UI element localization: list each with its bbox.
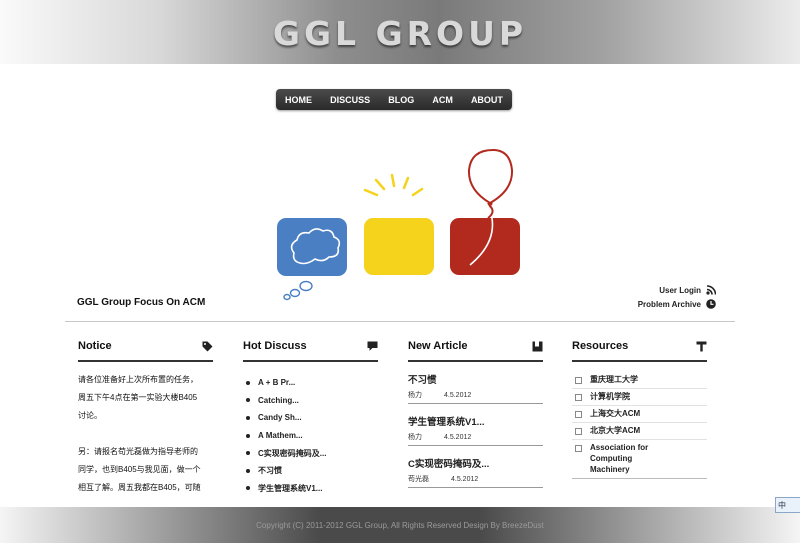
article-item[interactable]: 学生管理系统V1... 杨力 4.5.2012 — [408, 404, 543, 446]
notice-line: 周五下午4点在第一实验大楼B405 — [78, 393, 198, 402]
notice-title: Notice — [78, 340, 112, 352]
article-meta: 杨力 4.5.2012 — [408, 432, 543, 442]
hot-discuss-header: Hot Discuss — [243, 337, 378, 362]
hot-discuss-list: A + B Pr... Catching... Candy Sh... A Ma… — [243, 374, 378, 497]
checkbox-icon — [575, 428, 582, 435]
article-author: 杨力 — [408, 434, 422, 441]
article-title[interactable]: 不习惯 — [408, 372, 543, 386]
book-icon — [532, 341, 543, 351]
article-date: 4.5.2012 — [444, 434, 472, 441]
checkbox-icon — [575, 445, 582, 452]
article-date: 4.5.2012 — [451, 476, 479, 483]
nav-discuss[interactable]: DISCUSS — [330, 95, 370, 105]
resource-label[interactable]: 计算机学院 — [590, 391, 630, 402]
resource-link[interactable]: 北京大学ACM — [572, 423, 707, 440]
hot-discuss-column: Hot Discuss A + B Pr... Catching... Cand… — [243, 337, 378, 497]
article-author: 杨力 — [408, 392, 422, 399]
hot-discuss-item[interactable]: A + B Pr... — [243, 374, 378, 392]
main-nav: HOME DISCUSS BLOG ACM ABOUT — [276, 89, 512, 110]
nav-about[interactable]: ABOUT — [471, 95, 503, 105]
article-item[interactable]: C实现密码掩码及... 苟光磊 4.5.2012 — [408, 446, 543, 488]
problem-archive-label[interactable]: Problem Archive — [638, 300, 701, 309]
resources-title: Resources — [572, 340, 629, 352]
resource-link[interactable]: 上海交大ACM — [572, 406, 707, 423]
article-meta: 杨力 4.5.2012 — [408, 390, 543, 400]
checkbox-icon — [575, 411, 582, 418]
resource-label[interactable]: 上海交大ACM — [590, 408, 640, 419]
notice-line — [78, 425, 213, 443]
resource-label[interactable]: Association for Computing Machinery — [590, 442, 670, 475]
user-login-label[interactable]: User Login — [659, 286, 701, 295]
notice-line: 请各位准备好上次所布置的任务， — [78, 375, 198, 384]
new-article-header: New Article — [408, 337, 543, 362]
nav-acm[interactable]: ACM — [432, 95, 453, 105]
notice-body: 请各位准备好上次所布置的任务， 周五下午4点在第一实验大楼B405 讨论。 另：… — [78, 371, 213, 497]
checkbox-icon — [575, 394, 582, 401]
comment-icon — [367, 341, 378, 351]
rss-icon — [706, 285, 716, 295]
resource-link[interactable]: Association for Computing Machinery — [572, 440, 707, 479]
divider — [65, 321, 735, 322]
hero-illustration — [270, 145, 530, 305]
notice-line: 另：请报名苟光磊做为指导老师的 — [78, 447, 198, 456]
site-header: GGL GROUP — [0, 0, 800, 64]
hot-discuss-item[interactable]: Catching... — [243, 392, 378, 410]
hot-discuss-item[interactable]: 不习惯 — [243, 462, 378, 480]
resources-list: 重庆理工大学 计算机学院 上海交大ACM 北京大学ACM Association… — [572, 372, 707, 479]
article-author: 苟光磊 — [408, 476, 429, 483]
resource-label[interactable]: 北京大学ACM — [590, 425, 640, 436]
hot-discuss-item[interactable]: 学生管理系统V1... — [243, 480, 378, 498]
article-date: 4.5.2012 — [444, 392, 472, 399]
hot-discuss-title: Hot Discuss — [243, 340, 307, 352]
ime-toolbar[interactable]: 中 — [775, 497, 800, 513]
nav-blog[interactable]: BLOG — [388, 95, 414, 105]
notice-column: Notice 请各位准备好上次所布置的任务， 周五下午4点在第一实验大楼B405… — [78, 337, 213, 497]
article-title[interactable]: C实现密码掩码及... — [408, 456, 543, 470]
resources-column: Resources 重庆理工大学 计算机学院 上海交大ACM 北京大学ACM A… — [572, 337, 707, 479]
clock-icon — [706, 299, 716, 309]
new-article-column: New Article 不习惯 杨力 4.5.2012 学生管理系统V1... 杨… — [408, 337, 543, 488]
push-pin-icon — [696, 341, 707, 351]
resources-header: Resources — [572, 337, 707, 362]
site-logo[interactable]: GGL GROUP — [0, 14, 800, 53]
hot-discuss-item[interactable]: A Mathem... — [243, 427, 378, 445]
notice-line: 讨论。 — [78, 411, 102, 420]
footer-copyright: Copyright (C) 2011-2012 GGL Group, All R… — [256, 520, 544, 530]
resource-link[interactable]: 计算机学院 — [572, 389, 707, 406]
new-article-title: New Article — [408, 340, 468, 352]
tag-icon — [202, 341, 213, 351]
hot-discuss-item[interactable]: Candy Sh... — [243, 409, 378, 427]
cloud-bulb-balloon-icons — [283, 148, 514, 301]
article-item[interactable]: 不习惯 杨力 4.5.2012 — [408, 362, 543, 404]
user-login-link[interactable]: User Login — [638, 283, 716, 297]
ime-label[interactable]: 中 — [778, 500, 786, 511]
problem-archive-link[interactable]: Problem Archive — [638, 297, 716, 311]
checkbox-icon — [575, 377, 582, 384]
user-links: User Login Problem Archive — [638, 283, 716, 311]
notice-line: 相互了解。周五我都在B405，可随 — [78, 483, 201, 492]
notice-header: Notice — [78, 337, 213, 362]
article-title[interactable]: 学生管理系统V1... — [408, 414, 543, 428]
resource-link[interactable]: 重庆理工大学 — [572, 372, 707, 389]
resource-label[interactable]: 重庆理工大学 — [590, 374, 638, 385]
site-footer: Copyright (C) 2011-2012 GGL Group, All R… — [0, 507, 800, 543]
hot-discuss-item[interactable]: C实现密码掩码及... — [243, 444, 378, 462]
notice-line: 同学，也到B405与我见面，做一个 — [78, 465, 201, 474]
nav-home[interactable]: HOME — [285, 95, 312, 105]
article-meta: 苟光磊 4.5.2012 — [408, 474, 543, 484]
site-tagline: GGL Group Focus On ACM — [77, 297, 206, 308]
